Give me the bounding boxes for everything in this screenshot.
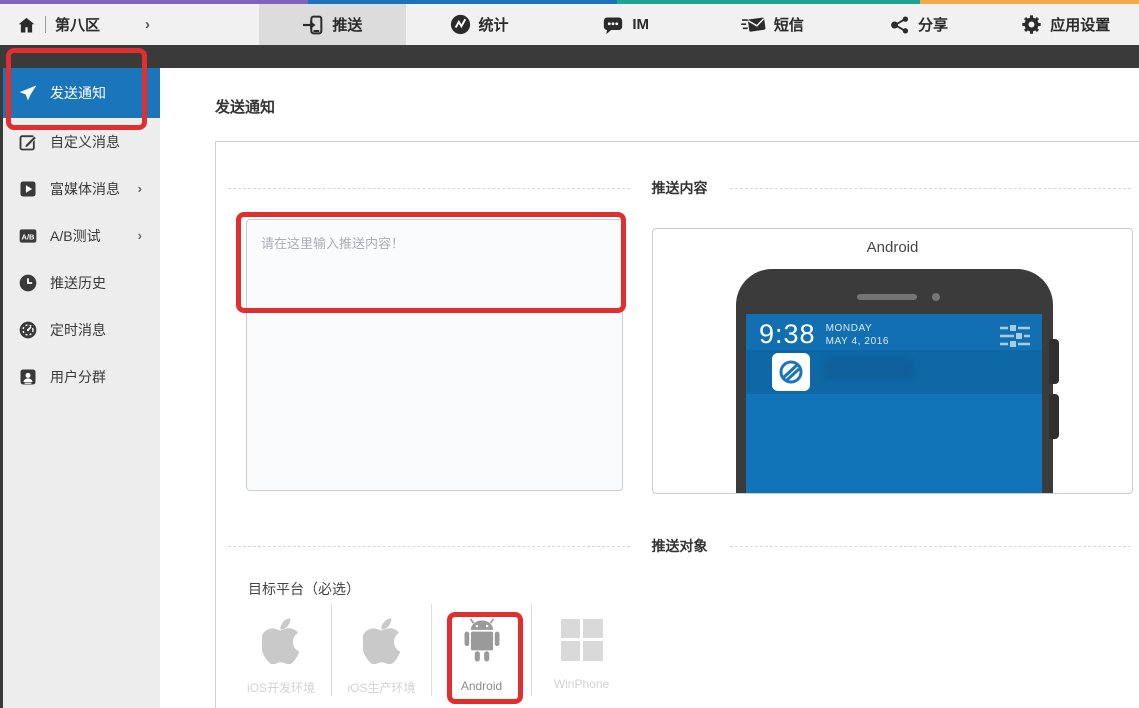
home-icon[interactable] [17, 16, 36, 34]
notification-row [746, 350, 1042, 394]
sidebar-item-send-notification[interactable]: 发送通知 [3, 68, 160, 118]
tab-im[interactable]: IM [552, 4, 699, 45]
sidebar-item-custom-message[interactable]: 自定义消息 [3, 118, 160, 165]
strip-blue [308, 0, 617, 4]
apple-icon [363, 618, 401, 669]
phone-speaker [857, 294, 917, 300]
dashed-line [730, 188, 1132, 189]
app-window: 第八区 › 推送 统计 IM 短信 [0, 0, 1139, 708]
sidebar-item-label: 定时消息 [50, 320, 106, 340]
edit-icon [18, 132, 38, 152]
tab-label: 统计 [479, 14, 509, 35]
tab-label: 应用设置 [1050, 14, 1110, 35]
sidebar: 发送通知 自定义消息 富媒体消息 › A/B A/B测试 › [0, 68, 160, 708]
sidebar-item-label: 富媒体消息 [50, 179, 120, 199]
chevron-right-icon: › [138, 181, 142, 196]
strip-orange [920, 0, 1139, 4]
platform-ios-dev[interactable]: iOS开发环境 [231, 604, 331, 696]
dashed-line [730, 546, 1132, 547]
breadcrumb[interactable]: 第八区 › [0, 4, 259, 45]
tab-label: 推送 [332, 14, 362, 35]
sidebar-item-label: 发送通知 [50, 83, 106, 103]
platform-winphone[interactable]: WinPhone [531, 604, 631, 696]
tab-label: 短信 [774, 14, 804, 35]
segment-icon [18, 367, 38, 387]
section-title: 推送内容 [630, 178, 730, 198]
send-icon [18, 83, 38, 103]
target-platform-label: 目标平台（必选） [248, 579, 360, 599]
history-icon [18, 273, 38, 293]
svg-text:A/B: A/B [22, 232, 36, 241]
android-preview-panel: Android 9:38 MONDAY MAY 4, 2016 [652, 228, 1133, 494]
clock-date: MONDAY MAY 4, 2016 [826, 322, 890, 348]
chevron-right-icon: › [138, 228, 142, 243]
platform-label: iOS开发环境 [247, 679, 315, 696]
sidebar-item-scheduled-message[interactable]: 定时消息 [3, 306, 160, 353]
im-icon [602, 15, 624, 35]
tab-app-settings[interactable]: 应用设置 [992, 4, 1139, 45]
sliders-settings-icon [998, 324, 1032, 353]
sidebar-item-ab-test[interactable]: A/B A/B测试 › [3, 212, 160, 259]
secondary-header-bar [0, 45, 1139, 68]
lockscreen-status: 9:38 MONDAY MAY 4, 2016 [746, 314, 1042, 353]
sidebar-item-label: 用户分群 [50, 367, 106, 387]
tab-push[interactable]: 推送 [259, 4, 406, 45]
media-icon [18, 179, 38, 199]
top-nav: 第八区 › 推送 统计 IM 短信 [0, 4, 1139, 45]
push-form-panel: 推送内容 Android 9:38 MONDAY MAY 4, 2016 [215, 141, 1139, 708]
phone-camera [932, 293, 940, 301]
share-icon [890, 15, 910, 35]
tab-label: 分享 [918, 14, 948, 35]
stats-icon [450, 14, 471, 35]
phone-screen: 9:38 MONDAY MAY 4, 2016 [746, 314, 1042, 494]
section-title: 推送对象 [630, 536, 730, 556]
breadcrumb-chevron-icon[interactable]: › [145, 16, 150, 33]
brand-divider [45, 16, 46, 33]
ab-test-icon: A/B [18, 226, 38, 246]
phone-power-button [1049, 394, 1059, 439]
push-content-input[interactable] [246, 219, 623, 491]
tab-sms[interactable]: 短信 [699, 4, 846, 45]
current-app-name[interactable]: 第八区 [55, 14, 100, 35]
platform-selector: iOS开发环境 iOS生产环境 [231, 604, 631, 696]
platform-label: Android [461, 679, 502, 693]
sidebar-item-label: 推送历史 [50, 273, 106, 293]
platform-label: WinPhone [554, 677, 609, 691]
clock-time: 9:38 [759, 320, 816, 348]
strip-teal [617, 0, 920, 4]
sidebar-item-label: 自定义消息 [50, 132, 120, 152]
apple-icon [262, 618, 300, 669]
sidebar-item-push-history[interactable]: 推送历史 [3, 259, 160, 306]
tab-stats[interactable]: 统计 [406, 4, 553, 45]
android-icon [461, 618, 503, 669]
sidebar-item-rich-media[interactable]: 富媒体消息 › [3, 165, 160, 212]
section-divider-target: 推送对象 [228, 536, 1131, 556]
phone-mockup: 9:38 MONDAY MAY 4, 2016 [736, 269, 1053, 494]
sidebar-item-label: A/B测试 [50, 226, 101, 246]
phone-volume-button [1049, 339, 1059, 384]
timer-icon [18, 320, 38, 340]
section-divider-content: 推送内容 [228, 178, 1131, 198]
preview-platform-title: Android [653, 239, 1132, 256]
top-color-strip [0, 0, 1139, 4]
dashed-line [228, 188, 630, 189]
clock-date-line: MAY 4, 2016 [826, 335, 890, 348]
jpush-app-icon [772, 353, 810, 391]
sidebar-item-user-segment[interactable]: 用户分群 [3, 353, 160, 400]
sms-icon [741, 16, 766, 34]
dashed-line [228, 546, 630, 547]
tab-label: IM [632, 16, 649, 33]
platform-android[interactable]: Android [431, 604, 531, 696]
push-icon [302, 15, 324, 35]
page-title: 发送通知 [215, 96, 275, 117]
platform-ios-prod[interactable]: iOS生产环境 [331, 604, 431, 696]
clock-day: MONDAY [826, 322, 890, 335]
tab-share[interactable]: 分享 [846, 4, 993, 45]
windows-icon [560, 618, 604, 667]
strip-purple [0, 0, 308, 4]
notification-text-ghost [824, 358, 914, 380]
platform-label: iOS生产环境 [347, 679, 415, 696]
gear-icon [1021, 14, 1042, 35]
